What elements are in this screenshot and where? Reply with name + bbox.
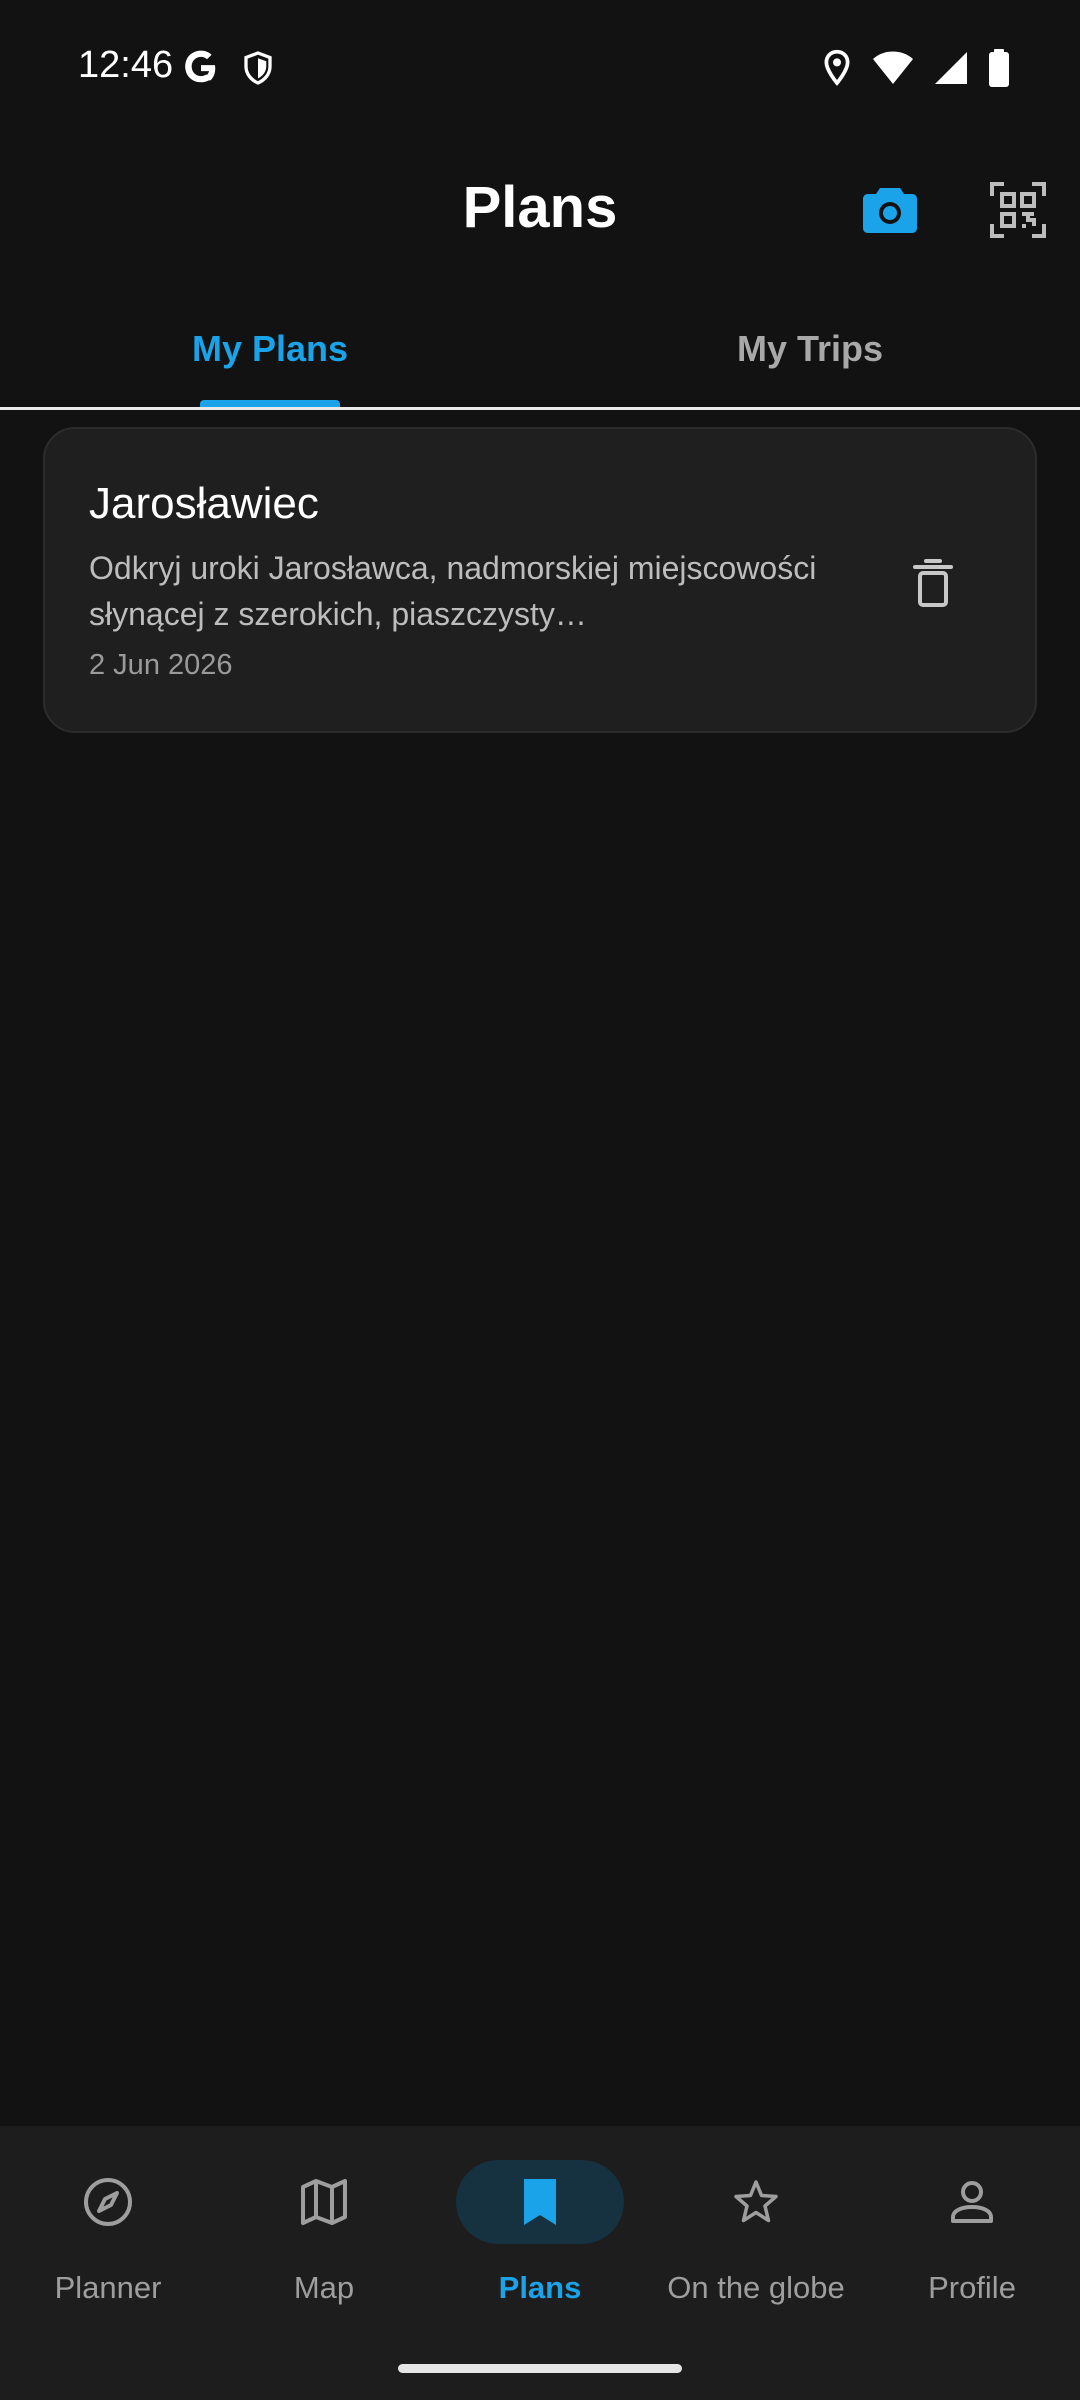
trash-icon bbox=[913, 559, 953, 607]
map-icon bbox=[301, 2179, 347, 2225]
status-bar: 12:46 bbox=[0, 0, 1080, 130]
nav-icon-container bbox=[24, 2160, 192, 2244]
active-tab-indicator bbox=[200, 400, 340, 407]
location-icon bbox=[824, 49, 850, 86]
compass-icon bbox=[84, 2178, 132, 2226]
nav-item-profile[interactable]: Profile bbox=[864, 2160, 1080, 2320]
qr-code-icon bbox=[990, 182, 1046, 238]
qr-scan-button[interactable] bbox=[988, 180, 1048, 240]
battery-icon bbox=[989, 49, 1009, 87]
plan-card[interactable]: Jarosławiec Odkryj uroki Jarosławca, nad… bbox=[43, 427, 1037, 733]
tab-my-trips[interactable]: My Trips bbox=[540, 290, 1080, 408]
nav-icon-container bbox=[240, 2160, 408, 2244]
signal-icon bbox=[935, 52, 967, 84]
nav-icon-container bbox=[672, 2160, 840, 2244]
plans-screen: 12:46 Plans My Plans My Trips Jarosławie… bbox=[0, 0, 1080, 2400]
home-indicator[interactable] bbox=[398, 2364, 682, 2373]
bookmark-icon bbox=[524, 2179, 556, 2225]
nav-item-plans[interactable]: Plans bbox=[432, 2160, 648, 2320]
status-icons bbox=[822, 48, 1010, 88]
nav-item-on-the-globe[interactable]: On the globe bbox=[648, 2160, 864, 2320]
plan-title: Jarosławiec bbox=[89, 479, 319, 528]
status-time: 12:46 bbox=[78, 44, 174, 86]
delete-plan-button[interactable] bbox=[903, 551, 963, 615]
nav-label: Profile bbox=[928, 2270, 1016, 2305]
nav-item-planner[interactable]: Planner bbox=[0, 2160, 216, 2320]
bottom-navigation: Planner Map Plans On the globe Profile bbox=[0, 2126, 1080, 2400]
camera-button[interactable] bbox=[860, 180, 920, 240]
nav-icon-container bbox=[456, 2160, 624, 2244]
plan-description: Odkryj uroki Jarosławca, nadmorskiej mie… bbox=[89, 550, 817, 632]
person-icon bbox=[951, 2181, 993, 2223]
google-icon bbox=[185, 50, 216, 83]
nav-item-map[interactable]: Map bbox=[216, 2160, 432, 2320]
tab-my-plans[interactable]: My Plans bbox=[0, 290, 540, 408]
plans-tabs: My Plans My Trips bbox=[0, 290, 1080, 410]
camera-icon bbox=[863, 188, 917, 233]
app-header: Plans bbox=[0, 150, 1080, 270]
shield-icon bbox=[244, 51, 272, 85]
wifi-icon bbox=[873, 51, 913, 84]
nav-icon-container bbox=[888, 2160, 1056, 2244]
star-icon bbox=[734, 2180, 778, 2223]
plan-date: 2 Jun 2026 bbox=[89, 649, 233, 681]
